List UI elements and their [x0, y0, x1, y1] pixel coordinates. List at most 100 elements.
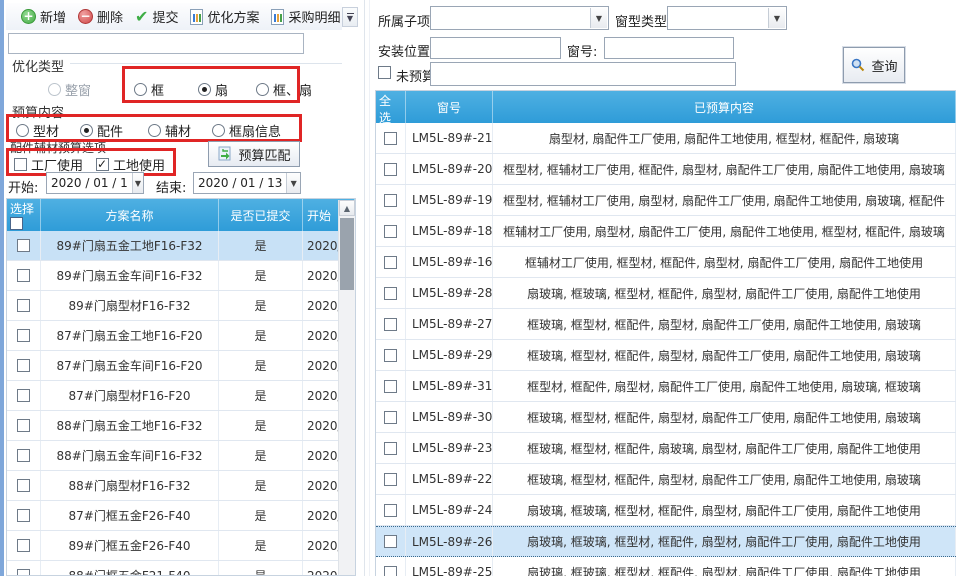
plan-table-row[interactable]: 87#门扇五金车间F16-F20是2020/0 — [7, 351, 355, 381]
plus-icon: + — [21, 9, 36, 24]
plan-table-row[interactable]: 89#门扇五金工地F16-F32是2020/0 — [7, 231, 355, 261]
row-checkbox[interactable] — [384, 411, 397, 424]
row-checkbox[interactable] — [384, 287, 397, 300]
row-checkbox[interactable] — [17, 359, 30, 372]
window-type-combobox[interactable]: ▼ — [667, 6, 787, 30]
plan-name-header[interactable]: 方案名称 — [41, 199, 219, 231]
plan-table-row[interactable]: 88#门扇五金工地F16-F32是2020/0 — [7, 411, 355, 441]
plan-table-row[interactable]: 88#门扇型材F16-F32是2020/0 — [7, 471, 355, 501]
row-checkbox[interactable] — [384, 442, 397, 455]
budget-table-row[interactable]: LM5L-89#-23F21框玻璃, 框型材, 框配件, 扇玻璃, 扇型材, 扇… — [376, 433, 956, 464]
row-checkbox[interactable] — [17, 479, 30, 492]
scrollbar-thumb[interactable] — [340, 218, 354, 290]
budget-match-button[interactable]: 预算匹配 — [208, 141, 300, 167]
row-checkbox[interactable] — [384, 163, 397, 176]
start-date-picker[interactable]: 2020 / 01 / 1 ▼ — [46, 172, 144, 194]
row-checkbox[interactable] — [384, 349, 397, 362]
window-no-input[interactable] — [604, 37, 734, 59]
budget-table-row[interactable]: LM5L-89#-31F29框型材, 框配件, 扇型材, 扇配件工厂使用, 扇配… — [376, 371, 956, 402]
row-checkbox[interactable] — [384, 194, 397, 207]
chevron-down-icon[interactable]: ▼ — [286, 173, 300, 193]
toolbar: + 新增 − 删除 ✔ 提交 优化方案 采购明细 ▼ — [6, 3, 342, 30]
row-checkbox[interactable] — [17, 299, 30, 312]
vertical-scrollbar[interactable]: ▲ — [338, 200, 355, 576]
row-checkbox[interactable] — [17, 509, 30, 522]
select-all-checkbox[interactable] — [10, 217, 23, 230]
plan-table-row[interactable]: 89#门扇五金车间F16-F32是2020/0 — [7, 261, 355, 291]
submitted-header[interactable]: 是否已提交 — [219, 199, 303, 231]
row-checkbox[interactable] — [17, 329, 30, 342]
unbudgeted-checkbox[interactable] — [378, 66, 391, 79]
budget-table-row[interactable]: LM5L-89#-18F16框辅材工厂使用, 扇型材, 扇配件工厂使用, 扇配件… — [376, 216, 956, 247]
plan-table-row[interactable]: 87#门扇型材F16-F20是2020/0 — [7, 381, 355, 411]
spreadsheet-icon — [190, 9, 203, 25]
plan-table-row[interactable]: 87#门扇五金工地F16-F20是2020/0 — [7, 321, 355, 351]
budget-row-select-cell — [376, 247, 406, 277]
submit-button[interactable]: ✔ 提交 — [130, 4, 183, 29]
budgeted-content-cell: 框型材, 框配件, 扇型材, 扇配件工厂使用, 扇配件工地使用, 扇玻璃, 框玻… — [493, 371, 956, 401]
end-date-picker[interactable]: 2020 / 01 / 13 ▼ — [193, 172, 301, 194]
budget-table-row[interactable]: LM5L-89#-25F23扇玻璃, 框玻璃, 框型材, 框配件, 扇型材, 扇… — [376, 557, 956, 576]
window-no-header[interactable]: 窗号 — [406, 91, 493, 123]
plan-row-select-cell — [7, 261, 41, 290]
row-checkbox[interactable] — [17, 539, 30, 552]
budget-table-row[interactable]: LM5L-89#-22F20框玻璃, 框型材, 框配件, 扇型材, 扇配件工厂使… — [376, 464, 956, 495]
row-checkbox[interactable] — [384, 504, 397, 517]
budget-table-row[interactable]: LM5L-89#-24F22扇玻璃, 框玻璃, 框型材, 框配件, 扇型材, 扇… — [376, 495, 956, 526]
row-checkbox[interactable] — [384, 256, 397, 269]
budgeted-content-cell: 扇玻璃, 框玻璃, 框型材, 框配件, 扇型材, 扇配件工厂使用, 扇配件工地使… — [493, 278, 956, 308]
budget-table-row[interactable]: LM5L-89#-30F28框玻璃, 框型材, 框配件, 扇型材, 扇配件工厂使… — [376, 402, 956, 433]
plan-table-row[interactable]: 87#门框五金F26-F40是2020/0 — [7, 501, 355, 531]
row-checkbox[interactable] — [17, 239, 30, 252]
budgeted-content-cell: 框玻璃, 框型材, 框配件, 扇玻璃, 扇型材, 扇配件工厂使用, 扇配件工地使… — [493, 433, 956, 463]
chevron-down-icon[interactable]: ▼ — [768, 8, 785, 28]
row-checkbox[interactable] — [384, 380, 397, 393]
row-checkbox[interactable] — [384, 318, 397, 331]
row-checkbox[interactable] — [384, 566, 397, 576]
scroll-up-arrow-icon[interactable]: ▲ — [339, 200, 355, 216]
query-button[interactable]: 查询 — [843, 47, 905, 83]
row-checkbox[interactable] — [17, 449, 30, 462]
plan-table-row[interactable]: 88#门框五金F21-F40是2020/0 — [7, 561, 355, 576]
budget-table-row[interactable]: LM5L-89#-16F15框辅材工厂使用, 框型材, 框配件, 扇型材, 扇配… — [376, 247, 956, 278]
budget-table-row[interactable]: LM5L-89#-27F25框玻璃, 框型材, 框配件, 扇型材, 扇配件工厂使… — [376, 309, 956, 340]
plan-search-input[interactable] — [8, 33, 304, 54]
add-button[interactable]: + 新增 — [16, 4, 71, 29]
budget-table-row[interactable]: LM5L-89#-26F24扇玻璃, 框玻璃, 框型材, 框配件, 扇型材, 扇… — [376, 526, 956, 557]
budgeted-content-cell: 框型材, 框辅材工厂使用, 扇型材, 扇配件工厂使用, 扇配件工地使用, 扇玻璃… — [493, 185, 956, 215]
budget-row-select-cell — [376, 278, 406, 308]
plan-submitted-cell: 是 — [219, 351, 303, 380]
row-checkbox[interactable] — [17, 389, 30, 402]
install-position-input[interactable] — [430, 37, 561, 59]
row-checkbox[interactable] — [17, 419, 30, 432]
budgeted-content-header[interactable]: 已预算内容 — [493, 91, 956, 123]
select-all-column-header: 全选 — [376, 91, 406, 123]
row-checkbox[interactable] — [384, 473, 397, 486]
row-checkbox[interactable] — [384, 225, 397, 238]
budget-table-row[interactable]: LM5L-89#-29F27框玻璃, 框型材, 框配件, 扇型材, 扇配件工厂使… — [376, 340, 956, 371]
plan-table-row[interactable]: 89#门框五金F26-F40是2020/0 — [7, 531, 355, 561]
panel-splitter[interactable] — [364, 0, 365, 576]
row-checkbox[interactable] — [384, 535, 397, 548]
budget-row-select-cell — [376, 402, 406, 432]
chevron-down-icon[interactable]: ▼ — [132, 173, 143, 193]
plan-table-row[interactable]: 88#门扇五金车间F16-F32是2020/0 — [7, 441, 355, 471]
budget-row-select-cell — [376, 464, 406, 494]
budget-row-select-cell — [376, 371, 406, 401]
budget-table-row[interactable]: LM5L-89#-19F17框型材, 框辅材工厂使用, 扇型材, 扇配件工厂使用… — [376, 185, 956, 216]
delete-button[interactable]: − 删除 — [73, 4, 128, 29]
toolbar-overflow-button[interactable]: ▼ — [342, 7, 358, 27]
budget-table-row[interactable]: LM5L-89#-21F19扇型材, 扇配件工厂使用, 扇配件工地使用, 框型材… — [376, 123, 956, 154]
red-highlight-box — [6, 114, 302, 142]
chevron-down-icon[interactable]: ▼ — [590, 8, 607, 28]
unbudgeted-input[interactable] — [430, 62, 736, 86]
optimize-plan-button[interactable]: 优化方案 — [185, 4, 264, 29]
row-checkbox[interactable] — [17, 269, 30, 282]
plan-table-row[interactable]: 89#门扇型材F16-F32是2020/0 — [7, 291, 355, 321]
budget-table-row[interactable]: LM5L-89#-28F26扇玻璃, 框玻璃, 框型材, 框配件, 扇型材, 扇… — [376, 278, 956, 309]
window-no-cell: LM5L-89#-20F18 — [406, 154, 493, 184]
row-checkbox[interactable] — [384, 132, 397, 145]
row-checkbox[interactable] — [17, 569, 30, 576]
sub-item-combobox[interactable]: ▼ — [430, 6, 609, 30]
budget-table-row[interactable]: LM5L-89#-20F18框型材, 框辅材工厂使用, 框配件, 扇型材, 扇配… — [376, 154, 956, 185]
